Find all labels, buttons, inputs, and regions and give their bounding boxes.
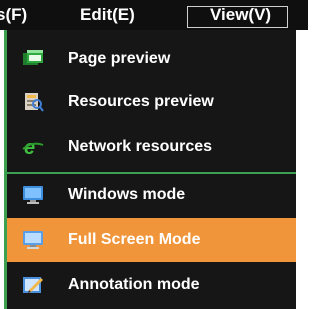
- annotation-mode-icon: [22, 275, 44, 295]
- windows-mode-icon: [22, 185, 44, 205]
- menu-view-label: View(V): [210, 5, 272, 24]
- menu-item-label: Resources preview: [68, 93, 214, 110]
- menu-file-label: s(F): [0, 5, 28, 24]
- menu-edit-label: Edit(E): [80, 5, 135, 24]
- menu-item-label: Network resources: [68, 138, 213, 155]
- menu-item-label: Page preview: [68, 50, 171, 67]
- resources-preview-icon: [22, 92, 44, 112]
- menu-item-label: Full Screen Mode: [68, 231, 201, 248]
- menu-item-page-preview[interactable]: Page preview: [7, 38, 296, 80]
- network-resources-icon: e: [22, 137, 44, 159]
- menu-view[interactable]: View(V): [187, 0, 288, 30]
- menu-item-label: Annotation mode: [68, 276, 200, 293]
- menu-file[interactable]: s(F): [0, 0, 60, 30]
- menu-item-label: Windows mode: [68, 186, 186, 203]
- menu-item-network-resources[interactable]: e Network resources: [7, 126, 296, 168]
- menu-item-full-screen-mode[interactable]: Full Screen Mode: [7, 218, 296, 262]
- menu-bar: s(F) Edit(E) View(V): [0, 0, 308, 30]
- menu-item-windows-mode[interactable]: Windows mode: [7, 174, 296, 216]
- page-preview-icon: [22, 49, 44, 69]
- menu-item-annotation-mode[interactable]: Annotation mode: [7, 264, 296, 306]
- menu-item-resources-preview[interactable]: Resources preview: [7, 81, 296, 123]
- view-menu-dropdown: Page preview Resources preview e Network…: [4, 30, 296, 309]
- full-screen-mode-icon: [22, 230, 44, 250]
- menu-edit[interactable]: Edit(E): [80, 0, 180, 30]
